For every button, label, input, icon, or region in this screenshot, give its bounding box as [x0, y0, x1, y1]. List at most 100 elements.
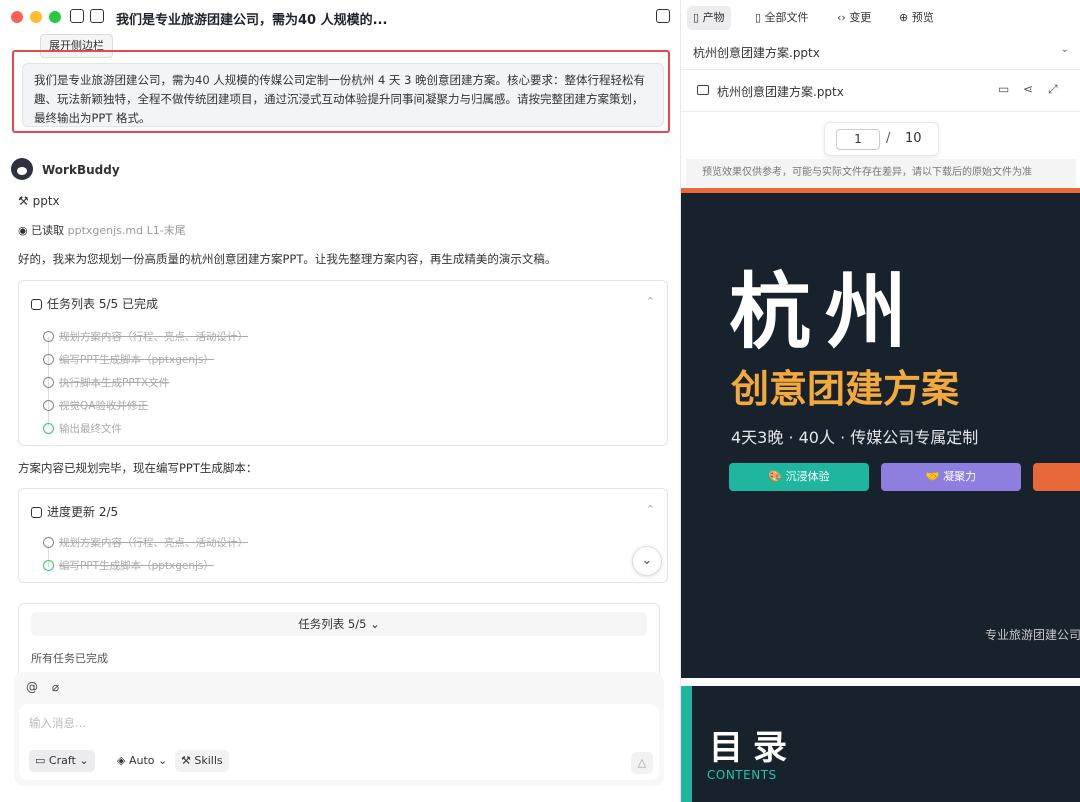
send-icon: △ — [637, 756, 647, 769]
chevron-down-icon: ⌄ — [370, 617, 380, 631]
task-item: 执行脚本生成PPTX文件 — [43, 375, 169, 390]
task-check-icon — [31, 299, 42, 310]
mid-text: 方案内容已规划完毕，现在编写PPT生成脚本： — [18, 461, 258, 475]
new-task-icon[interactable] — [90, 9, 104, 23]
skill-tool-icon: ⚒ — [18, 194, 29, 208]
file-icon: ▯ — [755, 11, 762, 24]
task-item-label: 输出最终文件 — [59, 423, 122, 435]
progress-item-label: 规划方案内容（行程、亮点、活动设计） — [59, 537, 248, 549]
tab-label: 变更 — [849, 11, 872, 24]
model-label: Auto — [128, 754, 155, 767]
chevron-down-icon: ⌄ — [641, 553, 653, 568]
slide-title: 杭州 — [729, 265, 922, 360]
layers-icon: ◈ — [117, 754, 126, 767]
read-file-name: pptxgenjs.md — [67, 224, 144, 237]
task-item: 编写PPT生成脚本（pptxgenjs） — [43, 352, 214, 367]
tab-label: 全部文件 — [764, 11, 809, 24]
chevron-down-icon: ⌄ — [158, 754, 168, 767]
mode-label: Craft — [48, 754, 76, 767]
message-input[interactable]: 输入消息... ▭ Craft ⌄ ◈ Auto ⌄ ⚒ Skills △ — [19, 704, 659, 780]
mention-icon[interactable]: @ — [26, 680, 38, 694]
eye-icon: ◉ — [18, 224, 28, 237]
expand-icon[interactable]: ⤢ — [1048, 82, 1058, 97]
composer: @ ⌀ 输入消息... ▭ Craft ⌄ ◈ Auto ⌄ ⚒ Skills — [14, 672, 664, 786]
slide-accent-bar — [681, 686, 692, 802]
slide2-subtitle: CONTENTS — [707, 768, 777, 782]
summary-label: 任务列表 5/5 — [298, 617, 367, 631]
circle-check-icon — [43, 423, 54, 434]
window-title: 我们是专业旅游团建公司，需为40 人规模的... — [116, 13, 388, 28]
tab-changes[interactable]: ‹› 变更 — [831, 6, 877, 30]
progress-item: 规划方案内容（行程、亮点、活动设计） — [43, 535, 248, 550]
circle-check-icon — [43, 537, 54, 548]
skills-label: Skills — [194, 754, 223, 767]
page-navigator: 1 / 10 — [824, 122, 939, 156]
collapse-icon[interactable]: ⌃ — [646, 503, 655, 516]
send-button[interactable]: △ — [631, 752, 653, 774]
tab-all-files[interactable]: ▯ 全部文件 — [749, 6, 815, 30]
slide-chip-extra: ✨ — [1033, 463, 1080, 491]
page-input[interactable]: 1 — [836, 129, 880, 150]
skills-icon: ⚒ — [181, 754, 191, 767]
task-list-header[interactable]: 任务列表 5/5 已完成 — [31, 295, 158, 312]
scroll-down-button[interactable]: ⌄ — [632, 546, 662, 576]
file-selector[interactable]: 杭州创意团建方案.pptx ⌄ — [681, 36, 1080, 70]
summary-text: 所有任务已完成 — [31, 652, 108, 665]
progress-check-icon — [31, 507, 42, 518]
slide-subtitle: 创意团建方案 — [731, 367, 960, 411]
progress-title: 进度更新 2/5 — [47, 505, 119, 519]
skill-row: ⚒ pptx — [18, 194, 60, 208]
tab-artifacts[interactable]: ▯ 产物 — [687, 6, 731, 30]
tab-preview[interactable]: ⊕ 预览 — [893, 6, 940, 30]
sidebar-toggle-icon[interactable] — [70, 9, 84, 23]
circle-check-icon — [43, 377, 54, 388]
circle-check-icon — [43, 354, 54, 365]
chat-panel: 我们是专业旅游团建公司，需为40 人规模的... 展开侧边栏 我们是专业旅游团建… — [0, 0, 680, 802]
progress-header[interactable]: 进度更新 2/5 — [31, 503, 118, 520]
presentation-icon — [697, 85, 709, 95]
close-window-button[interactable] — [11, 11, 23, 23]
slide-contents: 目录 CONTENTS — [681, 686, 1080, 802]
task-list-card: 任务列表 5/5 已完成 ⌃ 规划方案内容（行程、亮点、活动设计） 编写PPT生… — [18, 280, 668, 446]
app-window: 我们是专业旅游团建公司，需为40 人规模的... 展开侧边栏 我们是专业旅游团建… — [0, 0, 1080, 802]
attach-icon[interactable]: ⌀ — [52, 680, 59, 694]
preview-panel: ▯ 产物 ▯ 全部文件 ‹› 变更 ⊕ 预览 杭州创意团建方案.pptx ⌄ 杭… — [680, 0, 1080, 802]
maximize-window-button[interactable] — [49, 11, 61, 23]
progress-item-label: 编写PPT生成脚本（pptxgenjs） — [59, 560, 214, 572]
task-item: 视觉QA验收并修正 — [43, 398, 148, 413]
slide-cover: 杭州 创意团建方案 4天3晚 · 40人 · 传媒公司专属定制 🎨 沉浸体验 🤝… — [681, 188, 1080, 678]
bot-name: WorkBuddy — [42, 163, 120, 177]
summary-toggle[interactable]: 任务列表 5/5 ⌄ — [31, 612, 647, 636]
page-separator: / — [886, 131, 891, 146]
document-icon: ▯ — [693, 11, 700, 24]
minimize-window-button[interactable] — [30, 11, 42, 23]
file-selector-value: 杭州创意团建方案.pptx — [693, 46, 820, 60]
skill-label: pptx — [32, 194, 60, 208]
slide-description: 4天3晚 · 40人 · 传媒公司专属定制 — [731, 428, 979, 447]
skills-button[interactable]: ⚒ Skills — [175, 750, 229, 772]
globe-icon: ⊕ — [899, 11, 909, 24]
slide-chip-immersion: 🎨 沉浸体验 — [729, 463, 869, 491]
preview-notice: 预览效果仅供参考，可能与实际文件存在差异，请以下载后的原始文件为准 — [686, 159, 1076, 187]
slide2-title: 目录 — [709, 728, 797, 768]
code-icon: ‹› — [837, 11, 846, 24]
slide-chip-cohesion: 🤝 凝聚力 — [881, 463, 1021, 491]
mode-selector[interactable]: ▭ Craft ⌄ — [29, 750, 95, 772]
share-icon[interactable]: ⋖ — [1023, 82, 1033, 96]
folder-icon[interactable]: ▭ — [998, 82, 1009, 96]
progress-item: 编写PPT生成脚本（pptxgenjs） — [43, 558, 214, 573]
chevron-down-icon: ⌄ — [79, 754, 89, 767]
craft-icon: ▭ — [35, 754, 46, 767]
highlight-box — [12, 50, 670, 133]
read-file-row[interactable]: ◉ 已读取 pptxgenjs.md L1-末尾 — [18, 222, 186, 238]
panel-layout-icon[interactable] — [656, 9, 670, 23]
read-label: 已读取 — [31, 224, 65, 237]
file-toolbar: 杭州创意团建方案.pptx ▭ ⋖ ⤢ — [681, 70, 1080, 112]
collapse-icon[interactable]: ⌃ — [646, 295, 655, 308]
slide-accent-line — [681, 188, 1080, 193]
tab-label: 产物 — [702, 11, 725, 24]
tab-label: 预览 — [911, 11, 934, 24]
intro-text: 好的，我来为您规划一份高质量的杭州创意团建方案PPT。让我先整理方案内容，再生成… — [18, 252, 557, 266]
task-list-title: 任务列表 5/5 已完成 — [47, 297, 158, 311]
model-selector[interactable]: ◈ Auto ⌄ — [111, 750, 173, 772]
